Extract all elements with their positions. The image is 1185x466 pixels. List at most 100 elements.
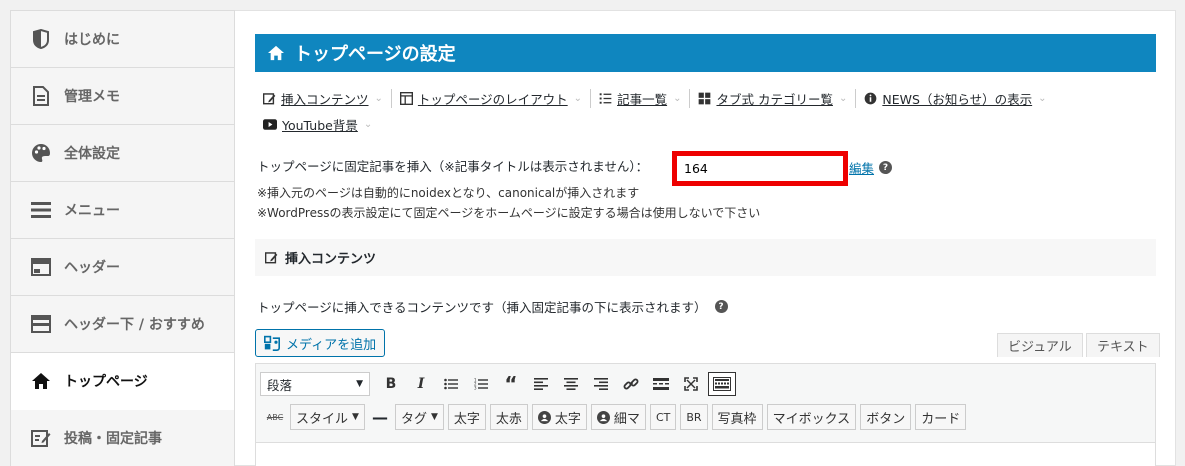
user-circle-icon	[596, 410, 610, 424]
card-button[interactable]: カード	[915, 404, 967, 430]
insert-content-section-header: 挿入コンテンツ	[255, 239, 1156, 276]
editor-content-area[interactable]	[256, 442, 1155, 466]
ct-button[interactable]: CT	[649, 404, 677, 430]
help-icon[interactable]: ?	[714, 300, 728, 313]
sidebar-item-label: トップページ	[64, 374, 148, 390]
chevron-down-icon: ⌄	[573, 92, 583, 104]
tab-text[interactable]: テキスト	[1086, 333, 1160, 357]
home-icon	[267, 45, 285, 61]
edit-link[interactable]: 編集	[849, 158, 874, 177]
fullscreen-icon[interactable]	[676, 371, 706, 397]
tab-label: YouTube背景	[282, 117, 358, 133]
bold-text-button[interactable]: 太字	[447, 404, 486, 430]
sidebar-item-label: 投稿・固定記事	[64, 431, 162, 447]
user-circle-icon	[537, 410, 551, 424]
blockquote-icon[interactable]: “	[496, 371, 526, 397]
bold-red-button[interactable]: 太赤	[489, 404, 528, 430]
note-noindex: ※挿入元のページは自動的にnoidexとなり、canonicalが挿入されます	[257, 186, 640, 200]
add-media-label: メディアを追加	[286, 337, 377, 353]
toolbar-toggle-icon[interactable]	[708, 372, 736, 396]
sidebar-item-top-page[interactable]: トップページ	[11, 353, 234, 410]
section-title: 挿入コンテンツ	[285, 252, 377, 267]
caret-down-icon: ▼	[430, 412, 438, 422]
add-media-button[interactable]: メディアを追加	[255, 329, 386, 357]
italic-icon[interactable]: I	[406, 371, 436, 397]
sidebar-item-menu[interactable]: メニュー	[11, 182, 234, 239]
tab-layout[interactable]: トップページのレイアウト ⌄	[399, 88, 592, 108]
chevron-down-icon: ⌄	[1038, 92, 1047, 104]
header-icon	[30, 256, 52, 278]
sidebar-item-memo[interactable]: 管理メモ	[11, 68, 234, 125]
page-title: トップページの設定	[294, 44, 456, 65]
caret-down-icon: ▼	[356, 379, 363, 389]
sidebar-item-label: ヘッダー下 / おすすめ	[64, 317, 205, 333]
tab-insert-content[interactable]: 挿入コンテンツ ⌄	[263, 88, 392, 108]
button-button[interactable]: ボタン	[860, 404, 912, 430]
sidebar-item-label: ヘッダー	[64, 260, 120, 276]
align-right-icon[interactable]	[586, 371, 616, 397]
list-icon	[599, 92, 612, 105]
fixed-post-label-text: トップページに固定記事を挿入（※記事タイトルは表示されません）：	[257, 159, 649, 174]
leaf-icon	[30, 28, 52, 50]
format-select[interactable]: 段落 ▼	[260, 372, 370, 396]
link-icon[interactable]	[616, 371, 646, 397]
fixed-post-label: トップページに固定記事を挿入（※記事タイトルは表示されません）：	[257, 156, 648, 175]
circle-bold-button[interactable]: 太字	[531, 404, 587, 430]
media-icon	[264, 335, 280, 351]
tab-visual[interactable]: ビジュアル	[997, 333, 1083, 357]
fixed-post-id-input[interactable]	[677, 156, 843, 181]
read-more-icon[interactable]	[646, 371, 676, 397]
sidebar-item-header[interactable]: ヘッダー	[11, 239, 234, 296]
grid-icon	[698, 92, 711, 105]
tab-youtube[interactable]: YouTube背景 ⌄	[263, 115, 380, 134]
menu-icon	[30, 199, 52, 221]
editor-toolbar-secondary: ABC スタイル ▼ — タグ ▼ 太字 太赤 太字 細マ CT BR 写真枠	[260, 404, 970, 430]
section-tabs: 挿入コンテンツ ⌄ トップページのレイアウト ⌄ 記事一覧 ⌄ タブ式 カテゴリ…	[263, 87, 1153, 139]
help-icon[interactable]: ?	[879, 161, 892, 174]
br-button[interactable]: BR	[680, 404, 708, 430]
section-description-text: トップページに挿入できるコンテンツです（挿入固定記事の下に表示されます）	[257, 300, 707, 315]
tab-label: NEWS（お知らせ）の表示	[882, 91, 1033, 107]
tag-dropdown[interactable]: タグ ▼	[394, 404, 444, 430]
sidebar-item-general[interactable]: 全体設定	[11, 125, 234, 182]
tab-label: 記事一覧	[617, 91, 668, 107]
svg-text:3: 3	[474, 386, 477, 391]
sidebar-item-header-below[interactable]: ヘッダー下 / おすすめ	[11, 296, 234, 353]
chevron-down-icon: ⌄	[374, 92, 383, 104]
sidebar-item-posts[interactable]: 投稿・固定記事	[11, 410, 234, 466]
sidebar-item-label: はじめに	[64, 32, 120, 48]
edit-icon	[30, 427, 52, 449]
horizontal-rule-icon[interactable]: —	[369, 408, 391, 427]
section-description: トップページに挿入できるコンテンツです（挿入固定記事の下に表示されます） ?	[257, 297, 728, 316]
sidebar-item-label: 全体設定	[64, 146, 120, 162]
top-page-settings-panel: トップページの設定 挿入コンテンツ ⌄ トップページのレイアウト ⌄ 記事一覧 …	[235, 10, 1176, 466]
style-dropdown[interactable]: スタイル ▼	[290, 404, 365, 430]
tab-category-tabs[interactable]: タブ式 カテゴリー覧 ⌄	[698, 88, 857, 108]
mybox-button[interactable]: マイボックス	[766, 404, 857, 430]
circle-thin-button[interactable]: 細マ	[590, 404, 646, 430]
chevron-down-icon: ⌄	[838, 92, 848, 104]
circle-thin-label: 細マ	[613, 411, 640, 427]
fixed-post-id-highlight	[672, 151, 848, 186]
numbered-list-icon[interactable]: 123	[466, 371, 496, 397]
format-select-value: 段落	[267, 377, 293, 393]
home-icon	[30, 370, 52, 392]
sidebar-item-intro[interactable]: はじめに	[11, 11, 234, 68]
bullet-list-icon[interactable]	[436, 371, 466, 397]
edit-icon	[263, 92, 276, 105]
align-left-icon[interactable]	[526, 371, 556, 397]
document-icon	[30, 85, 52, 107]
chevron-down-icon: ⌄	[673, 92, 682, 104]
tab-article-list[interactable]: 記事一覧 ⌄	[599, 88, 691, 108]
photo-frame-button[interactable]: 写真枠	[711, 404, 763, 430]
strikethrough-icon[interactable]: ABC	[260, 404, 290, 430]
info-icon	[864, 92, 877, 105]
align-center-icon[interactable]	[556, 371, 586, 397]
sidebar-item-label: 管理メモ	[64, 89, 120, 105]
tab-news[interactable]: NEWS（お知らせ）の表示 ⌄	[864, 89, 1054, 108]
chevron-down-icon: ⌄	[363, 118, 373, 130]
circle-bold-label: 太字	[554, 411, 581, 427]
tab-label: タブ式 カテゴリー覧	[716, 91, 833, 107]
bold-icon[interactable]: B	[376, 371, 406, 397]
edit-icon	[265, 251, 278, 264]
